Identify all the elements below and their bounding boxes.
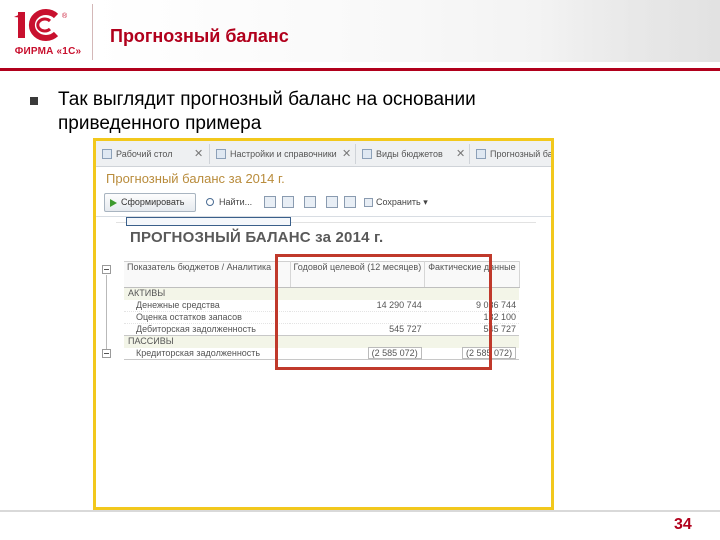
tab-label: Настройки и справочники <box>230 149 337 159</box>
tab-label: Виды бюджетов <box>376 149 443 159</box>
selected-cell-range[interactable] <box>126 217 291 226</box>
tab-label: Рабочий стол <box>116 149 173 159</box>
bullet-marker <box>30 97 38 105</box>
print-icon[interactable] <box>264 196 276 208</box>
play-icon <box>110 199 117 207</box>
group-label: ПАССИВЫ <box>124 335 290 348</box>
svg-text:®: ® <box>62 12 68 20</box>
settings-icon[interactable] <box>304 196 316 208</box>
slide-header: ® ФИРМА «1С» Прогнозный баланс <box>0 0 720 72</box>
settings-icon <box>216 149 226 159</box>
generate-label: Сформировать <box>121 197 185 207</box>
save-menu-label: Сохранить <box>376 197 421 207</box>
tab-bar: Рабочий стол ✕ Настройки и справочники ✕… <box>96 141 551 167</box>
header-rule <box>0 68 720 71</box>
tab-budget-types[interactable]: Виды бюджетов ✕ <box>358 144 470 164</box>
highlight-frame <box>275 254 492 370</box>
save-menu-button[interactable]: Сохранить ▾ <box>364 193 428 212</box>
save-icon <box>364 198 373 207</box>
row-label: Денежные средства <box>124 299 290 312</box>
close-icon[interactable]: ✕ <box>194 144 203 164</box>
sheet-title: ПРОГНОЗНЫЙ БАЛАНС за 2014 г. <box>130 229 384 246</box>
row-label: Дебиторская задолженность <box>124 323 290 336</box>
footer-rule <box>0 510 720 512</box>
report-title: Прогнозный баланс за 2014 г. <box>106 171 285 186</box>
home-icon <box>102 149 112 159</box>
collapse-icon[interactable] <box>102 349 111 358</box>
tab-label: Прогнозный балан <box>490 149 553 159</box>
find-button[interactable]: Найти... <box>205 193 255 212</box>
generate-button[interactable]: Сформировать <box>104 193 196 212</box>
copy-icon[interactable] <box>344 196 356 208</box>
collapse-icon[interactable] <box>102 265 111 274</box>
logo-1c-icon: ® <box>14 9 68 41</box>
tab-settings[interactable]: Настройки и справочники ✕ <box>212 144 356 164</box>
group-label: АКТИВЫ <box>124 287 290 300</box>
chevron-down-icon: ▾ <box>423 197 428 207</box>
bullet-text: Так выглядит прогнозный баланс на основа… <box>58 89 476 134</box>
close-icon[interactable]: ✕ <box>456 144 465 164</box>
report-icon <box>476 149 486 159</box>
find-label: Найти... <box>219 197 253 207</box>
header-divider <box>92 4 93 60</box>
page-number: 34 <box>674 516 692 533</box>
preview-icon[interactable] <box>282 196 294 208</box>
report-toolbar: Сформировать Найти... Сохранить ▾ <box>104 192 551 214</box>
search-icon <box>206 198 214 206</box>
column-header: Показатель бюджетов / Аналитика <box>124 261 291 288</box>
slide-title: Прогнозный баланс <box>110 26 289 46</box>
row-label: Оценка остатков запасов <box>124 311 290 324</box>
tab-forecast-balance[interactable]: Прогнозный балан <box>472 144 553 164</box>
company-logo: ® ФИРМА «1С» <box>8 8 88 60</box>
close-icon[interactable]: ✕ <box>342 144 351 164</box>
logo-caption: ФИРМА «1С» <box>14 46 82 57</box>
list-icon <box>362 149 372 159</box>
grouping-gutter <box>102 263 112 373</box>
save-icon[interactable] <box>326 196 338 208</box>
row-label: Кредиторская задолженность <box>124 347 290 360</box>
tab-desktop[interactable]: Рабочий стол ✕ <box>98 144 210 164</box>
